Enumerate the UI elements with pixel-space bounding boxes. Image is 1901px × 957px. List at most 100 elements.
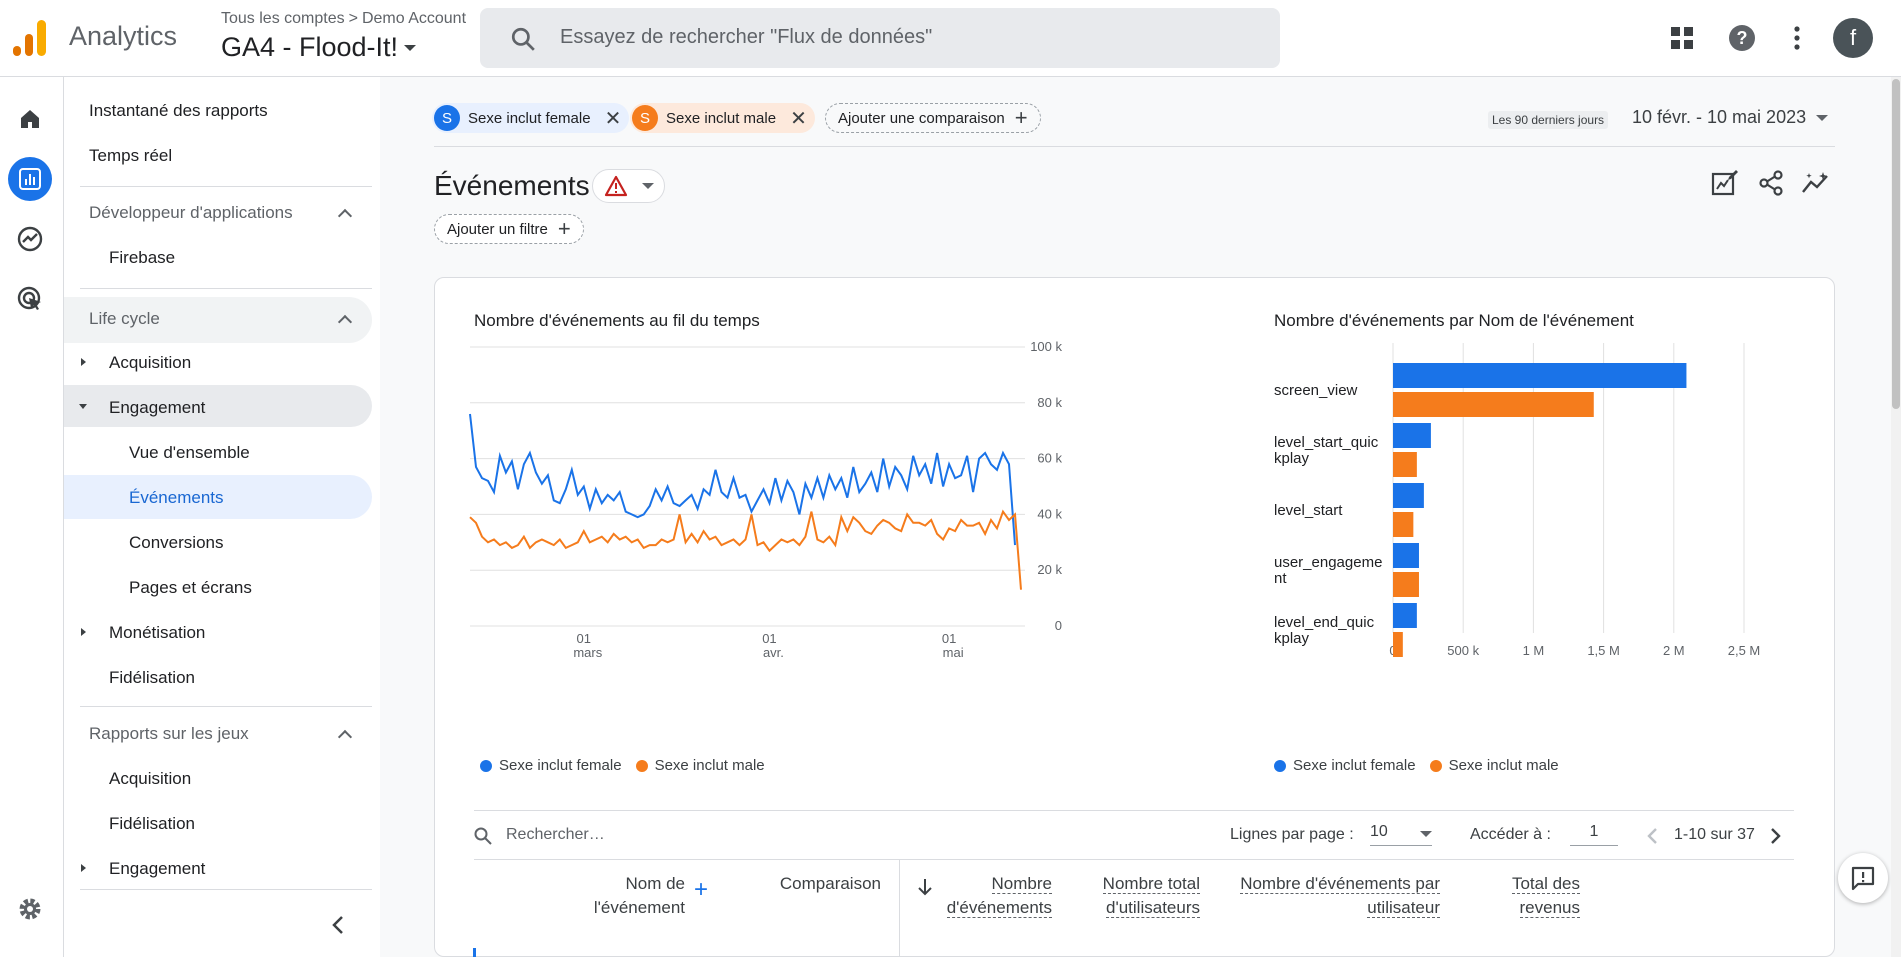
add-filter-button[interactable]: Ajouter un filtre + (434, 214, 584, 244)
add-comparison-button[interactable]: Ajouter une comparaison + (825, 103, 1041, 133)
header-line: utilisateur (1367, 898, 1440, 918)
nav-game-retention[interactable]: Fidélisation (109, 814, 195, 834)
nav-game-acquisition[interactable]: Acquisition (109, 769, 191, 789)
bar-chart[interactable]: 0500 k1 M1,5 M2 M2,5 Mscreen_viewlevel_s… (1265, 333, 1805, 673)
breadcrumb-root[interactable]: Tous les comptes (221, 10, 345, 28)
avatar[interactable]: f (1833, 18, 1873, 58)
col-header-total-revenue[interactable]: Total des revenus (1465, 872, 1580, 920)
legend-item-female[interactable]: Sexe inclut female (480, 757, 622, 774)
more-vert-icon[interactable] (1779, 20, 1815, 56)
share-icon[interactable] (1756, 168, 1786, 198)
nav-reports-snapshot[interactable]: Instantané des rapports (89, 101, 268, 121)
nav-events[interactable]: Événements (129, 488, 224, 508)
explore-icon[interactable] (8, 217, 52, 261)
nav-retention[interactable]: Fidélisation (109, 668, 195, 688)
apps-grid-icon[interactable] (1664, 20, 1700, 56)
analytics-logo-icon[interactable] (13, 20, 47, 56)
feedback-button[interactable] (1838, 853, 1888, 903)
nav-firebase[interactable]: Firebase (109, 248, 175, 268)
expand-arrow-icon[interactable] (81, 864, 86, 872)
nav-overview[interactable]: Vue d'ensemble (129, 443, 250, 463)
comparison-chip-female[interactable]: S Sexe inclut female ✕ (432, 103, 630, 133)
collapse-nav-icon[interactable] (331, 915, 345, 935)
close-icon[interactable]: ✕ (790, 106, 807, 131)
nav-conversions[interactable]: Conversions (129, 533, 224, 553)
table-search-input[interactable]: Rechercher… (506, 826, 605, 844)
col-header-events-per-user[interactable]: Nombre d'événements par utilisateur (1215, 872, 1440, 920)
scrollbar[interactable] (1891, 77, 1901, 957)
nav-group-app-developer[interactable]: Développeur d'applications (89, 203, 293, 223)
nav-group-lifecycle[interactable]: Life cycle (89, 309, 160, 329)
help-icon[interactable]: ? (1724, 20, 1760, 56)
row-indicator (473, 948, 476, 957)
bar-male (1393, 452, 1417, 477)
nav-divider (80, 706, 372, 707)
search-bar[interactable]: Essayez de rechercher "Flux de données" (480, 8, 1280, 68)
app-name: Analytics (69, 21, 178, 51)
x-tick-day: 01 (942, 631, 956, 646)
breadcrumb[interactable]: Tous les comptes > Demo Account (221, 10, 466, 28)
settings-gear-icon[interactable] (8, 887, 52, 931)
expand-arrow-icon[interactable] (81, 358, 86, 366)
next-page-icon[interactable] (1770, 827, 1782, 845)
nav-acquisition[interactable]: Acquisition (109, 353, 191, 373)
category-label: kplay (1274, 450, 1310, 467)
chevron-up-icon[interactable] (337, 208, 353, 224)
col-header-comparison[interactable]: Comparaison (745, 872, 881, 896)
home-icon[interactable] (8, 97, 52, 141)
nav-game-engagement[interactable]: Engagement (109, 859, 205, 879)
prev-page-icon[interactable] (1646, 827, 1658, 845)
breadcrumb-account[interactable]: Demo Account (362, 10, 466, 28)
customize-report-icon[interactable] (1710, 168, 1740, 198)
col-header-event-name[interactable]: Nom de l'événement (555, 872, 685, 920)
top-bar: Analytics Tous les comptes > Demo Accoun… (0, 0, 1901, 77)
table-toolbar: Rechercher… Lignes par page : 10 Accéder… (474, 810, 1794, 860)
legend-item-female[interactable]: Sexe inclut female (1274, 757, 1416, 774)
caret-down-icon (1816, 114, 1829, 121)
bar-female (1393, 483, 1424, 508)
series-line-male (469, 509, 1022, 590)
insights-icon[interactable] (1801, 168, 1831, 198)
x-tick-label: 2 M (1663, 643, 1685, 658)
nav-monetization[interactable]: Monétisation (109, 623, 205, 643)
line-chart[interactable]: 100 k80 k60 k40 k20 k001mars01avr.01mai (465, 333, 1085, 673)
category-label: level_start (1274, 502, 1343, 519)
header-line: Nombre total (1102, 874, 1200, 894)
legend-label: Sexe inclut female (499, 757, 622, 774)
expand-arrow-icon[interactable] (81, 628, 86, 636)
nav-divider (80, 288, 372, 289)
category-label: kplay (1274, 630, 1310, 647)
nav-realtime[interactable]: Temps réel (89, 146, 172, 166)
scrollbar-thumb[interactable] (1892, 79, 1900, 409)
close-icon[interactable]: ✕ (605, 106, 622, 131)
legend-item-male[interactable]: Sexe inclut male (635, 757, 765, 774)
chevron-up-icon[interactable] (337, 729, 353, 745)
x-tick-month: mars (573, 645, 602, 660)
caret-down-icon (404, 44, 417, 51)
date-range-picker[interactable]: 10 févr. - 10 mai 2023 (1632, 107, 1829, 128)
rows-per-page-select[interactable]: 10 (1370, 823, 1432, 846)
goto-input[interactable]: 1 (1570, 823, 1618, 846)
data-quality-button[interactable] (592, 169, 665, 203)
col-header-total-users[interactable]: Nombre total d'utilisateurs (1055, 872, 1200, 920)
nav-pages-screens[interactable]: Pages et écrans (129, 578, 252, 598)
legend-item-male[interactable]: Sexe inclut male (1429, 757, 1559, 774)
bar-female (1393, 423, 1431, 448)
reports-icon[interactable] (8, 157, 52, 201)
nav-engagement[interactable]: Engagement (109, 398, 205, 418)
y-tick-label: 60 k (1037, 451, 1062, 466)
legend-swatch (1274, 759, 1286, 772)
search-icon (511, 27, 535, 51)
nav-group-game-reports[interactable]: Rapports sur les jeux (89, 724, 249, 744)
line-chart-legend: Sexe inclut female Sexe inclut male (480, 757, 771, 774)
advertising-icon[interactable] (8, 277, 52, 321)
y-tick-label: 80 k (1037, 395, 1062, 410)
main-content: S Sexe inclut female ✕ S Sexe inclut mal… (380, 77, 1901, 957)
property-selector[interactable]: GA4 - Flood-It! (221, 32, 417, 63)
collapse-arrow-icon[interactable] (79, 404, 87, 409)
nav-divider (80, 186, 372, 187)
comparison-chip-male[interactable]: S Sexe inclut male ✕ (630, 103, 815, 133)
col-header-event-count[interactable]: Nombre d'événements (915, 872, 1052, 920)
add-dimension-plus-icon[interactable]: + (694, 878, 708, 902)
bar-chart-title: Nombre d'événements par Nom de l'événeme… (1274, 311, 1634, 330)
